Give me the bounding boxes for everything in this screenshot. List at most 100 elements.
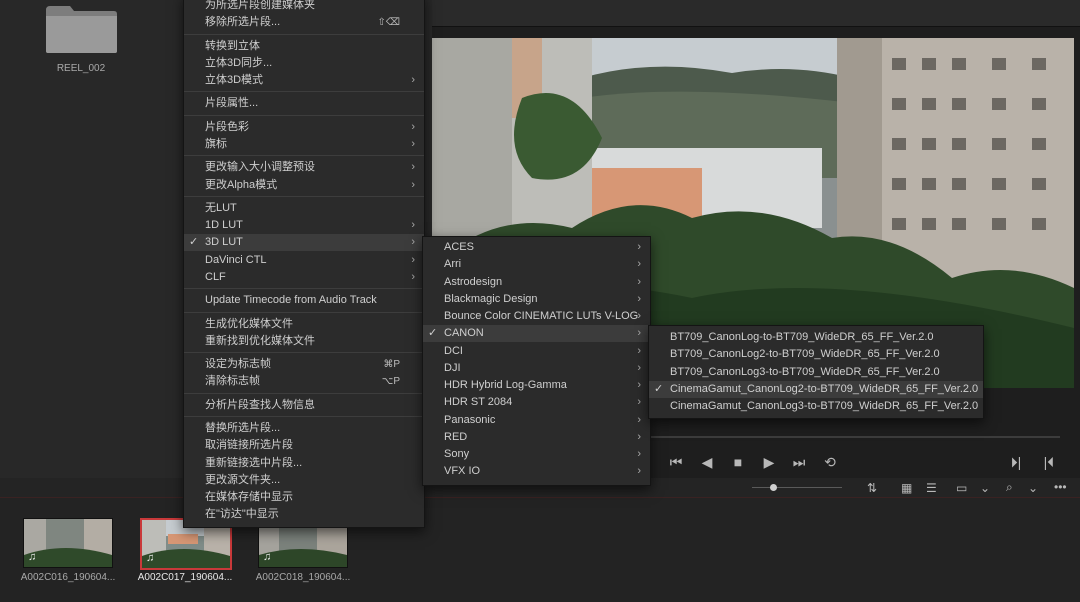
menu-item-cinemagamut-canonlog2-to-bt709-widedr-65-ff-ver-2-0[interactable]: ✓ CinemaGamut_CanonLog2-to-BT709_WideDR_6… xyxy=(649,380,983,398)
menu-item-hdr-hybrid-log-gamma[interactable]: HDR Hybrid Log-Gamma › xyxy=(423,377,650,394)
menu-item-context_menu-35[interactable]: 在媒体存储中显示 xyxy=(184,489,424,506)
menu-item-context_menu-31[interactable]: 替换所选片段... xyxy=(184,420,424,437)
menu-item-context_menu-29[interactable]: 分析片段查找人物信息 xyxy=(184,397,424,414)
menu-item-label: Blackmagic Design xyxy=(444,292,538,305)
menu-item-context_menu-9[interactable]: 片段色彩 › xyxy=(184,119,424,136)
menu-item-context_menu-3[interactable]: 转换到立体 xyxy=(184,38,424,55)
clip-thumbnail[interactable]: ♫ xyxy=(23,518,113,568)
clip-context-menu: 为所选片段创建媒体夹 移除所选片段... ⇧⌫ 转换到立体 立体3D同步... 立体3D模… xyxy=(183,0,425,528)
menu-item-3d[interactable]: 立体3D同步... xyxy=(184,55,424,72)
menu-item-1d-lut[interactable]: 1D LUT › xyxy=(184,217,424,234)
menu-item-label: 生成优化媒体文件 xyxy=(205,317,293,330)
checkmark-icon: ✓ xyxy=(189,236,199,249)
viewer-mode-icon[interactable]: ▭ xyxy=(956,481,967,495)
menu-item-label: DCI xyxy=(444,344,463,357)
skip-back-icon[interactable]: ⏮ xyxy=(667,453,685,471)
audio-icon: ♫ xyxy=(28,551,37,563)
menu-item-context_menu-10[interactable]: 旗标 › xyxy=(184,136,424,153)
menu-item-alpha[interactable]: 更改Alpha模式 › xyxy=(184,177,424,194)
chevron-right-icon: › xyxy=(411,253,415,266)
menu-item-label: CinemaGamut_CanonLog3-to-BT709_WideDR_65… xyxy=(670,400,979,413)
menu-item-bt709-canonlog-to-bt709-widedr-65-ff-ver-2-0[interactable]: BT709_CanonLog-to-BT709_WideDR_65_FF_Ver… xyxy=(649,329,983,346)
menu-item-bounce-color-cinematic-luts-v-log[interactable]: Bounce Color CINEMATIC LUTs V-LOG › xyxy=(423,308,650,325)
menu-item-label: Update Timecode from Audio Track xyxy=(205,294,377,307)
menu-item-hdr-st-2084[interactable]: HDR ST 2084 › xyxy=(423,394,650,411)
menu-item-update-timecode-from-audio-track[interactable]: Update Timecode from Audio Track xyxy=(184,292,424,309)
menu-item-panasonic[interactable]: Panasonic › xyxy=(423,412,650,429)
menu-item-label: 替换所选片段... xyxy=(205,422,281,435)
menu-item-cinemagamut-canonlog3-to-bt709-widedr-65-ff-ver-2-0[interactable]: CinemaGamut_CanonLog3-to-BT709_WideDR_65… xyxy=(649,398,983,415)
menu-item-context_menu-12[interactable]: 更改输入大小调整预设 › xyxy=(184,159,424,176)
skip-forward-icon[interactable]: ⏭ xyxy=(790,453,808,471)
menu-item-context_menu-34[interactable]: 更改源文件夹... xyxy=(184,472,424,489)
menu-item-lut[interactable]: 无LUT xyxy=(184,200,424,217)
zoom-slider-handle[interactable] xyxy=(770,484,777,491)
go-to-end-icon[interactable]: ⏵| xyxy=(1007,453,1025,471)
menu-item-clf[interactable]: CLF › xyxy=(184,269,424,286)
menu-item-context_menu-27[interactable]: 清除标志帧 ⌥P xyxy=(184,373,424,390)
menu-item-vfx-io[interactable]: VFX IO › xyxy=(423,463,650,480)
more-options-icon[interactable]: ••• xyxy=(1054,480,1067,494)
menu-item-label: 取消链接所选片段 xyxy=(205,439,293,452)
chevron-right-icon: › xyxy=(411,74,415,86)
stop-icon[interactable]: ■ xyxy=(729,453,747,471)
loop-icon[interactable]: ⟲ xyxy=(821,453,839,471)
menu-item-context_menu-23[interactable]: 生成优化媒体文件 xyxy=(184,316,424,333)
menu-item-bt709-canonlog3-to-bt709-widedr-65-ff-ver-2-0[interactable]: BT709_CanonLog3-to-BT709_WideDR_65_FF_Ve… xyxy=(649,364,983,381)
menu-item-bt709-canonlog2-to-bt709-widedr-65-ff-ver-2-0[interactable]: BT709_CanonLog2-to-BT709_WideDR_65_FF_Ve… xyxy=(649,346,983,363)
menu-separator xyxy=(184,155,424,157)
menu-item-label: 1D LUT xyxy=(205,219,243,232)
menu-item-arri[interactable]: Arri › xyxy=(423,256,650,273)
menu-item-davinci-ctl[interactable]: DaVinci CTL › xyxy=(184,252,424,269)
chevron-right-icon: › xyxy=(411,236,415,249)
menu-item-context_menu-24[interactable]: 重新找到优化媒体文件 xyxy=(184,333,424,350)
menu-item-sony[interactable]: Sony › xyxy=(423,446,650,463)
menu-item-red[interactable]: RED › xyxy=(423,429,650,446)
menu-item-aces[interactable]: ACES › xyxy=(423,239,650,256)
go-to-start-icon[interactable]: |⏴ xyxy=(1040,453,1058,471)
step-back-icon[interactable]: ◀ xyxy=(698,453,716,471)
sort-icon[interactable]: ⇅ xyxy=(867,481,877,495)
chevron-down-icon[interactable]: ⌄ xyxy=(1028,481,1038,495)
folder-label: REEL_002 xyxy=(56,63,106,74)
list-view-icon[interactable]: ☰ xyxy=(926,481,937,495)
menu-item-label: CLF xyxy=(205,270,226,283)
menu-item-label: 旗标 xyxy=(205,138,227,150)
menu-item-label: 片段色彩 xyxy=(205,120,249,133)
menu-item-label: 更改输入大小调整预设 xyxy=(205,161,315,174)
menu-item-label: Arri xyxy=(444,258,462,271)
chevron-right-icon: › xyxy=(637,413,641,426)
menu-item-dci[interactable]: DCI › xyxy=(423,343,650,360)
chevron-right-icon: › xyxy=(637,258,641,271)
search-icon[interactable]: ⌕ xyxy=(1006,480,1013,495)
menu-item-3d[interactable]: 立体3D模式 › xyxy=(184,72,424,89)
menu-item-astrodesign[interactable]: Astrodesign › xyxy=(423,274,650,291)
menu-item-context_menu-0[interactable]: 为所选片段创建媒体夹 xyxy=(184,0,424,14)
menu-item-label: 重新找到优化媒体文件 xyxy=(205,334,315,347)
menu-item-label: 在媒体存储中显示 xyxy=(205,491,293,503)
menu-item-3d-lut[interactable]: ✓ 3D LUT › xyxy=(184,234,424,252)
menu-item-context_menu-32[interactable]: 取消链接所选片段 xyxy=(184,437,424,454)
menu-separator xyxy=(184,288,424,290)
zoom-slider-track[interactable] xyxy=(752,487,842,488)
menu-item-dji[interactable]: DJI › xyxy=(423,360,650,377)
menu-item-canon[interactable]: ✓ CANON › xyxy=(423,325,650,343)
menu-item-context_menu-33[interactable]: 重新链接选中片段... xyxy=(184,455,424,472)
menu-item-context_menu-1[interactable]: 移除所选片段... ⇧⌫ xyxy=(184,14,424,31)
chevron-down-icon[interactable]: ⌄ xyxy=(980,481,990,495)
menu-item-context_menu-36[interactable]: 在"访达"中显示 xyxy=(184,506,424,523)
menu-item-context_menu-26[interactable]: 设定为标志帧 ⌘P xyxy=(184,356,424,373)
folder-icon[interactable] xyxy=(44,4,118,54)
chevron-right-icon: › xyxy=(637,344,641,357)
menu-item-blackmagic-design[interactable]: Blackmagic Design › xyxy=(423,291,650,308)
clip-label: A002C017_190604... xyxy=(137,572,233,583)
play-icon[interactable]: ▶ xyxy=(760,453,778,471)
menu-item-label: 分析片段查找人物信息 xyxy=(205,398,315,411)
clip-label: A002C016_190604... xyxy=(20,572,116,583)
menu-item-label: CinemaGamut_CanonLog2-to-BT709_WideDR_65… xyxy=(670,382,979,395)
chevron-right-icon: › xyxy=(637,310,641,322)
grid-view-icon[interactable]: ▦ xyxy=(901,481,912,495)
menu-item-context_menu-7[interactable]: 片段属性... xyxy=(184,95,424,112)
audio-icon: ♫ xyxy=(146,552,155,564)
chevron-right-icon: › xyxy=(411,161,415,174)
